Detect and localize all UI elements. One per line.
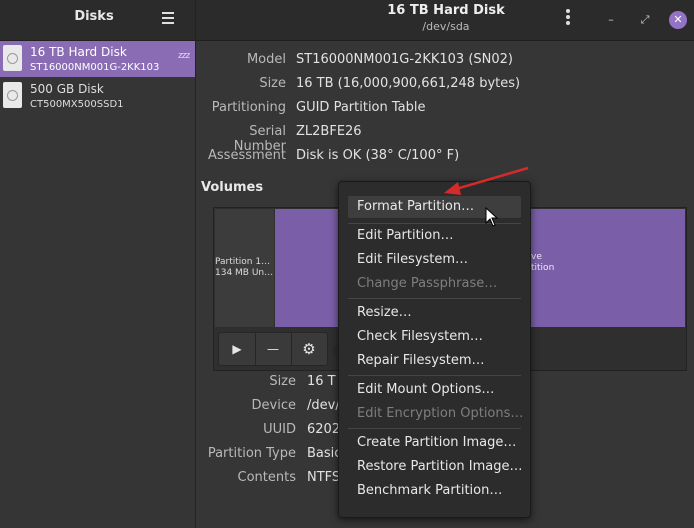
size-value: 16 TB (16,000,900,661,248 bytes): [296, 76, 521, 91]
partition-context-menu: Format Partition… Edit Partition… Edit F…: [338, 181, 531, 518]
menu-separator: [348, 428, 521, 429]
partitioning-value: GUID Partition Table: [296, 100, 426, 115]
serial-number-value: ZL2BFE26: [296, 124, 362, 139]
partitioning-label: Partitioning: [211, 100, 286, 115]
more-options-icon[interactable]: [566, 9, 572, 27]
maximize-button[interactable]: ⤢: [636, 11, 654, 29]
uuid-value: 6202: [307, 422, 341, 437]
sidebar-title: Disks: [74, 9, 114, 24]
gear-icon[interactable]: ⚙: [291, 333, 327, 365]
partition-1-size: 134 MB Un…: [215, 268, 274, 278]
disk-name: 500 GB Disk: [30, 82, 104, 96]
sidebar-disk-16tb[interactable]: 16 TB Hard Disk ST16000NM001G-2KK103 zzz: [0, 41, 195, 77]
partition-1-name: Partition 1…: [215, 257, 271, 267]
menu-check-filesystem[interactable]: Check Filesystem…: [348, 326, 521, 348]
hamburger-menu-icon[interactable]: [162, 12, 174, 24]
menu-separator: [348, 298, 521, 299]
menu-create-partition-image[interactable]: Create Partition Image…: [348, 432, 521, 454]
mount-play-button[interactable]: ▶: [219, 333, 256, 365]
partition-type-value: Basic: [307, 446, 342, 461]
uuid-label: UUID: [263, 422, 296, 437]
volume-toolbar: ▶ — ⚙: [218, 332, 328, 366]
menu-edit-partition[interactable]: Edit Partition…: [348, 225, 521, 247]
menu-benchmark-partition[interactable]: Benchmark Partition…: [348, 480, 521, 502]
partition-2-name: ve: [531, 252, 542, 262]
disk-model: CT500MX500SSD1: [30, 99, 124, 110]
menu-resize[interactable]: Resize…: [348, 302, 521, 324]
delete-partition-button[interactable]: —: [255, 333, 292, 365]
sidebar-disk-500gb[interactable]: 500 GB Disk CT500MX500SSD1: [0, 78, 195, 114]
device-label: Device: [251, 398, 296, 413]
menu-edit-encryption-options: Edit Encryption Options…: [357, 406, 524, 421]
sleep-icon: zzz: [178, 51, 190, 61]
menu-repair-filesystem[interactable]: Repair Filesystem…: [348, 350, 521, 372]
menu-edit-filesystem[interactable]: Edit Filesystem…: [348, 249, 521, 271]
menu-restore-partition-image[interactable]: Restore Partition Image…: [348, 456, 522, 478]
window-subtitle: /dev/sda: [422, 20, 470, 33]
menu-separator: [348, 375, 521, 376]
minimize-button[interactable]: –: [602, 11, 620, 29]
size-label: Size: [259, 76, 286, 91]
model-label: Model: [246, 52, 286, 67]
partition-size-label: Size: [269, 374, 296, 389]
hard-disk-icon: [3, 45, 22, 71]
disk-model: ST16000NM001G-2KK103: [30, 62, 160, 73]
mouse-cursor-icon: [485, 207, 499, 227]
partition-1-block[interactable]: Partition 1… 134 MB Un…: [215, 209, 274, 327]
close-button[interactable]: ✕: [669, 11, 687, 29]
hard-disk-icon: [3, 82, 22, 108]
menu-edit-mount-options[interactable]: Edit Mount Options…: [348, 379, 521, 401]
device-value: /dev/: [307, 398, 340, 413]
assessment-value: Disk is OK (38° C/100° F): [296, 148, 460, 163]
menu-change-passphrase: Change Passphrase…: [357, 276, 498, 291]
partition-size-value: 16 T: [307, 374, 336, 389]
partition-type-label: Partition Type: [207, 446, 296, 461]
assessment-label: Assessment: [208, 148, 286, 163]
contents-label: Contents: [237, 470, 296, 485]
volumes-title: Volumes: [201, 180, 264, 195]
menu-pointer: [330, 343, 338, 359]
disk-name: 16 TB Hard Disk: [30, 45, 127, 59]
sidebar-header: Disks: [0, 0, 195, 41]
model-value: ST16000NM001G-2KK103 (SN02): [296, 52, 513, 67]
partition-2-type: tition: [531, 263, 555, 273]
contents-value: NTFS: [307, 470, 341, 485]
header-bar: 16 TB Hard Disk /dev/sda – ⤢ ✕: [196, 0, 694, 41]
window-title: 16 TB Hard Disk: [387, 3, 505, 18]
sidebar: Disks 16 TB Hard Disk ST16000NM001G-2KK1…: [0, 0, 196, 528]
disks-window: Disks 16 TB Hard Disk ST16000NM001G-2KK1…: [0, 0, 694, 528]
